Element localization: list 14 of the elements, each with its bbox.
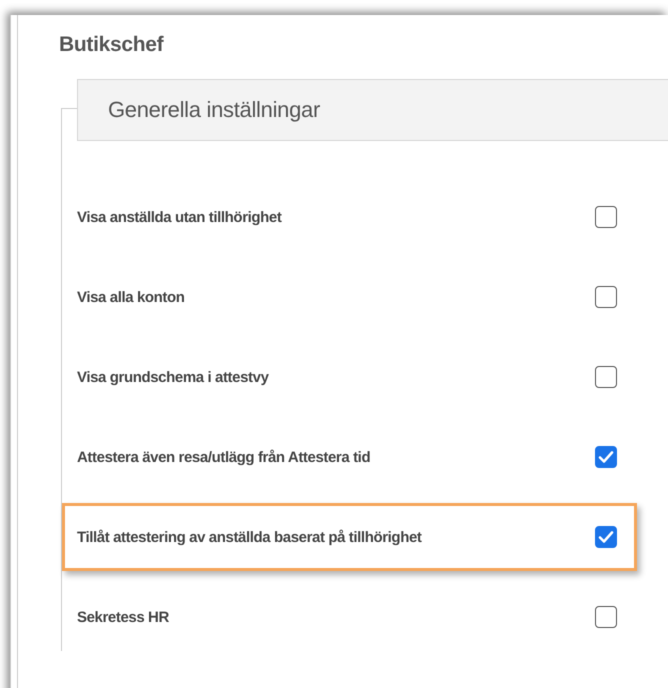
section-header: Generella inställningar xyxy=(77,79,668,141)
setting-label: Tillåt attestering av anställda baserat på tillhörighet xyxy=(77,528,422,546)
checkbox[interactable] xyxy=(595,606,617,628)
checkbox[interactable] xyxy=(595,206,617,228)
checkbox[interactable] xyxy=(595,526,617,548)
checkbox[interactable] xyxy=(595,366,617,388)
checkbox[interactable] xyxy=(595,286,617,308)
page-title: Butikschef xyxy=(59,33,164,57)
setting-label: Sekretess HR xyxy=(77,608,169,626)
setting-label: Attestera även resa/utlägg från Attestera tid xyxy=(77,448,370,466)
setting-label: Visa alla konton xyxy=(77,288,185,306)
setting-label: Visa grundschema i attestvy xyxy=(77,368,269,386)
checkbox[interactable] xyxy=(595,446,617,468)
setting-label: Visa anställda utan tillhörighet xyxy=(77,208,282,226)
